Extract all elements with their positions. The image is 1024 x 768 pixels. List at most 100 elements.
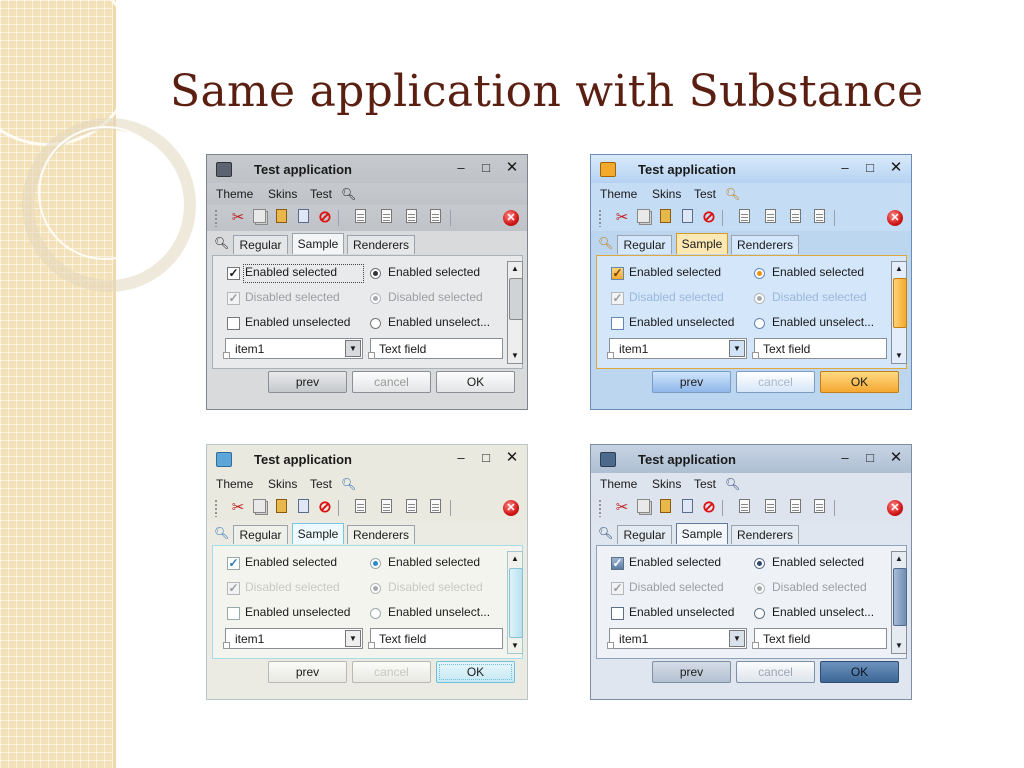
cancel-button[interactable]: cancel [352, 661, 431, 683]
chevron-down-icon[interactable]: ▼ [508, 639, 522, 653]
checkbox[interactable] [611, 607, 624, 620]
ok-button[interactable]: OK [436, 661, 515, 683]
menu-test[interactable]: Test [694, 477, 716, 491]
radio[interactable] [370, 318, 381, 329]
search-icon[interactable]: 🔍︎ [725, 187, 740, 201]
paste-icon[interactable] [273, 499, 289, 516]
close-icon[interactable]: ✕ [888, 160, 904, 176]
maximize-icon[interactable]: □ [478, 160, 494, 176]
menu-theme[interactable]: Theme [600, 477, 637, 491]
search-icon[interactable]: 🔍︎ [214, 526, 229, 540]
tab-sample[interactable]: Sample [292, 523, 344, 544]
paste-icon[interactable] [657, 209, 673, 226]
tab-sample[interactable]: Sample [676, 523, 728, 544]
menu-test[interactable]: Test [694, 187, 716, 201]
tab-sample[interactable]: Sample [676, 233, 728, 254]
align-icon[interactable] [427, 499, 443, 516]
cut-icon[interactable]: ✂ [230, 209, 246, 226]
tab-regular[interactable]: Regular [233, 235, 288, 254]
chevron-down-icon[interactable]: ▼ [729, 340, 745, 357]
stop-icon[interactable]: ⊘ [317, 209, 333, 226]
document-icon[interactable] [679, 209, 695, 226]
maximize-icon[interactable]: □ [862, 450, 878, 466]
align-icon[interactable] [427, 209, 443, 226]
combo-box[interactable]: item1 ▼ [223, 628, 363, 649]
chevron-up-icon[interactable]: ▲ [508, 262, 522, 276]
tab-renderers[interactable]: Renderers [731, 525, 799, 544]
copy-icon[interactable] [635, 209, 651, 226]
radio[interactable] [370, 608, 381, 619]
cancel-button[interactable]: cancel [736, 661, 815, 683]
vertical-scrollbar[interactable]: ▲ ▼ [507, 551, 523, 654]
radio[interactable] [754, 608, 765, 619]
checkbox[interactable]: ✓ [611, 267, 624, 280]
menu-theme[interactable]: Theme [216, 477, 253, 491]
radio[interactable] [370, 268, 381, 279]
vertical-scrollbar[interactable]: ▲ ▼ [891, 261, 907, 364]
ok-button[interactable]: OK [820, 661, 899, 683]
document-icon[interactable] [679, 499, 695, 516]
chevron-down-icon[interactable]: ▼ [729, 630, 745, 647]
align-icon[interactable] [762, 209, 778, 226]
align-icon[interactable] [378, 209, 394, 226]
align-icon[interactable] [352, 499, 368, 516]
stop-icon[interactable]: ⊘ [701, 499, 717, 516]
close-icon[interactable]: ✕ [888, 450, 904, 466]
chevron-up-icon[interactable]: ▲ [892, 262, 906, 276]
combo-box[interactable]: item1 ▼ [607, 338, 747, 359]
text-field[interactable]: Text field [752, 338, 887, 359]
maximize-icon[interactable]: □ [478, 450, 494, 466]
radio[interactable] [754, 558, 765, 569]
tab-regular[interactable]: Regular [617, 235, 672, 254]
align-icon[interactable] [811, 209, 827, 226]
align-icon[interactable] [811, 499, 827, 516]
align-icon[interactable] [403, 209, 419, 226]
cut-icon[interactable]: ✂ [230, 499, 246, 516]
search-icon[interactable]: 🔍︎ [341, 477, 356, 491]
title-bar[interactable]: Test application ‒ □ ✕ [591, 155, 911, 183]
align-icon[interactable] [352, 209, 368, 226]
align-icon[interactable] [736, 209, 752, 226]
scroll-thumb[interactable] [893, 278, 907, 328]
align-icon[interactable] [787, 209, 803, 226]
close-circle-icon[interactable]: ✕ [503, 500, 519, 516]
minimize-icon[interactable]: ‒ [837, 160, 853, 176]
chevron-up-icon[interactable]: ▲ [508, 552, 522, 566]
toolbar-grip[interactable] [598, 499, 602, 517]
scroll-thumb[interactable] [509, 278, 523, 320]
search-icon[interactable]: 🔍︎ [341, 187, 356, 201]
menu-theme[interactable]: Theme [216, 187, 253, 201]
vertical-scrollbar[interactable]: ▲ ▼ [891, 551, 907, 654]
tab-renderers[interactable]: Renderers [347, 235, 415, 254]
minimize-icon[interactable]: ‒ [453, 160, 469, 176]
text-field[interactable]: Text field [752, 628, 887, 649]
align-icon[interactable] [762, 499, 778, 516]
chevron-up-icon[interactable]: ▲ [892, 552, 906, 566]
combo-box[interactable]: item1 ▼ [607, 628, 747, 649]
title-bar[interactable]: Test application ‒ □ ✕ [207, 445, 527, 473]
close-circle-icon[interactable]: ✕ [887, 210, 903, 226]
ok-button[interactable]: OK [820, 371, 899, 393]
text-field[interactable]: Text field [368, 628, 503, 649]
cancel-button[interactable]: cancel [736, 371, 815, 393]
document-icon[interactable] [295, 209, 311, 226]
minimize-icon[interactable]: ‒ [453, 450, 469, 466]
vertical-scrollbar[interactable]: ▲ ▼ [507, 261, 523, 364]
cut-icon[interactable]: ✂ [614, 209, 630, 226]
close-circle-icon[interactable]: ✕ [503, 210, 519, 226]
checkbox[interactable] [227, 317, 240, 330]
menu-skins[interactable]: Skins [268, 477, 297, 491]
stop-icon[interactable]: ⊘ [317, 499, 333, 516]
checkbox[interactable]: ✓ [611, 557, 624, 570]
paste-icon[interactable] [657, 499, 673, 516]
toolbar-grip[interactable] [214, 499, 218, 517]
text-field[interactable]: Text field [368, 338, 503, 359]
close-icon[interactable]: ✕ [504, 160, 520, 176]
cancel-button[interactable]: cancel [352, 371, 431, 393]
tab-renderers[interactable]: Renderers [731, 235, 799, 254]
document-icon[interactable] [295, 499, 311, 516]
checkbox[interactable]: ✓ [227, 267, 240, 280]
tab-regular[interactable]: Regular [233, 525, 288, 544]
ok-button[interactable]: OK [436, 371, 515, 393]
tab-sample[interactable]: Sample [292, 233, 344, 254]
